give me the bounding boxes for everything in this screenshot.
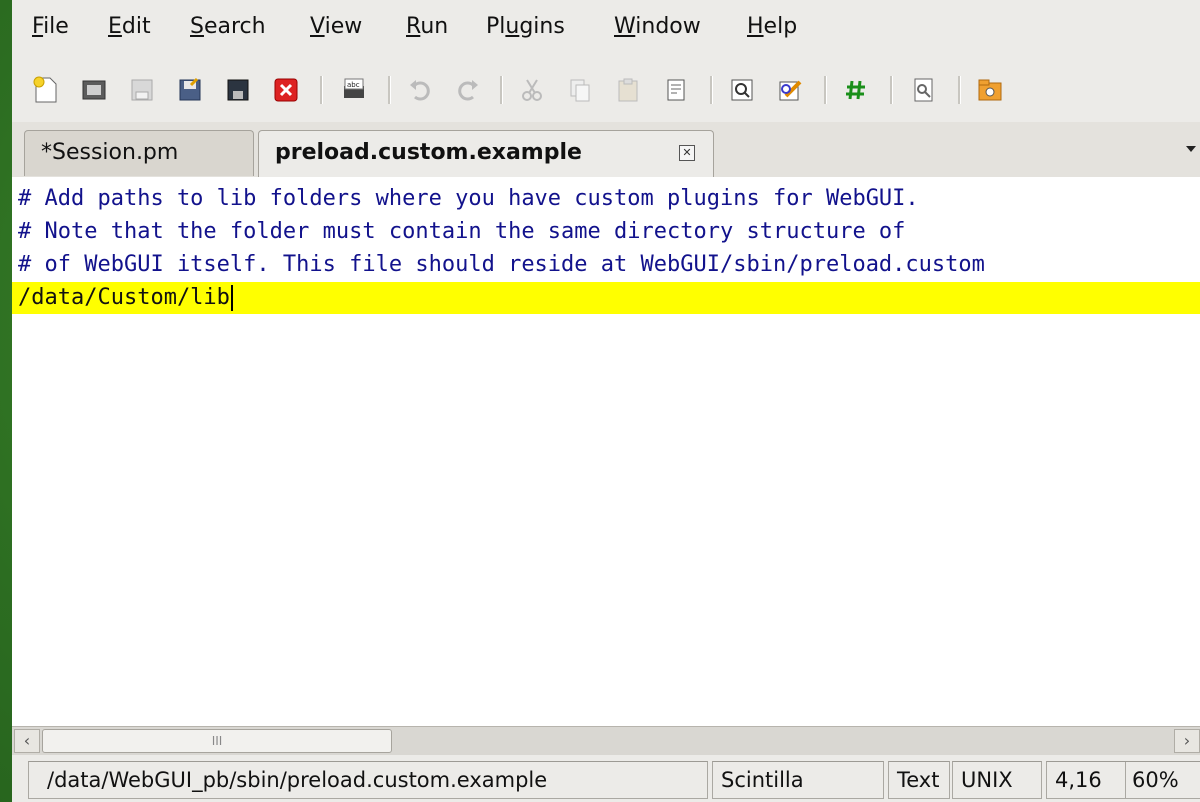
save-as-icon[interactable] [222, 74, 254, 106]
new-file-icon[interactable] [30, 74, 62, 106]
scroll-right-icon[interactable]: › [1174, 729, 1200, 753]
document-tabs: *Session.pm preload.custom.example ✕ [12, 122, 1200, 178]
menu-plugins[interactable]: Plugins [486, 14, 565, 39]
toolbar-separator [710, 76, 713, 104]
undo-icon[interactable] [404, 74, 436, 106]
text-caret [230, 285, 233, 311]
text-editor[interactable]: # Add paths to lib folders where you hav… [12, 177, 1200, 726]
status-bar: /data/WebGUI_pb/sbin/preload.custom.exam… [12, 755, 1200, 802]
find-in-files-icon[interactable] [908, 74, 940, 106]
editor-line: # Add paths to lib folders where you hav… [18, 186, 919, 211]
menu-run[interactable]: Run [406, 14, 448, 39]
menu-search[interactable]: Search [190, 14, 266, 39]
tab-session-pm[interactable]: *Session.pm [24, 130, 254, 176]
find-replace-icon[interactable] [774, 74, 806, 106]
tab-list-arrow-icon[interactable] [1186, 146, 1196, 152]
menu-bar: File Edit Search View Run Plugins Window… [12, 0, 1200, 60]
menu-help[interactable]: Help [747, 14, 797, 39]
editor-line: # Note that the folder must contain the … [18, 219, 906, 244]
menu-file-label-rest: ile [43, 14, 69, 39]
paste-icon[interactable] [612, 74, 644, 106]
status-zoom: 60% [1124, 761, 1200, 799]
menu-edit[interactable]: Edit [108, 14, 151, 39]
copy-icon[interactable] [564, 74, 596, 106]
toolbar-separator [388, 76, 391, 104]
spellcheck-icon[interactable]: abc [338, 74, 370, 106]
open-file-icon[interactable] [78, 74, 110, 106]
status-position: 4,16 [1046, 761, 1126, 799]
find-icon[interactable] [726, 74, 758, 106]
status-file-path: /data/WebGUI_pb/sbin/preload.custom.exam… [28, 761, 708, 799]
scroll-left-icon[interactable]: ‹ [14, 729, 40, 753]
toolbar-separator [500, 76, 503, 104]
tab-preload-custom-example[interactable]: preload.custom.example ✕ [258, 130, 714, 178]
redo-icon[interactable] [452, 74, 484, 106]
tab-label: preload.custom.example [275, 140, 582, 165]
scrollbar-thumb[interactable]: III [42, 729, 392, 753]
close-icon[interactable] [270, 74, 302, 106]
horizontal-scrollbar[interactable]: ‹ III › [12, 726, 1200, 755]
editor-window: File Edit Search View Run Plugins Window… [12, 0, 1200, 802]
menu-view[interactable]: View [310, 14, 362, 39]
toolbar-separator [320, 76, 323, 104]
menu-window[interactable]: Window [614, 14, 701, 39]
status-eol: UNIX [952, 761, 1042, 799]
editor-line: # of WebGUI itself. This file should res… [18, 252, 985, 277]
editor-line: /data/Custom/lib [18, 285, 230, 310]
toolbar: abc [12, 60, 1200, 122]
svg-text:abc: abc [347, 81, 360, 89]
delete-icon[interactable] [660, 74, 692, 106]
toolbar-separator [890, 76, 893, 104]
cut-icon[interactable] [516, 74, 548, 106]
status-lexer: Scintilla [712, 761, 884, 799]
save-all-icon[interactable] [174, 74, 206, 106]
tab-label: *Session.pm [41, 140, 179, 165]
save-icon[interactable] [126, 74, 158, 106]
current-line: /data/Custom/lib [12, 282, 1200, 314]
open-folder-icon[interactable] [974, 74, 1006, 106]
comment-icon[interactable] [840, 74, 872, 106]
tab-close-icon[interactable]: ✕ [679, 145, 695, 161]
toolbar-separator [958, 76, 961, 104]
toolbar-separator [824, 76, 827, 104]
status-mode: Text [888, 761, 950, 799]
menu-file[interactable]: File [32, 14, 69, 39]
